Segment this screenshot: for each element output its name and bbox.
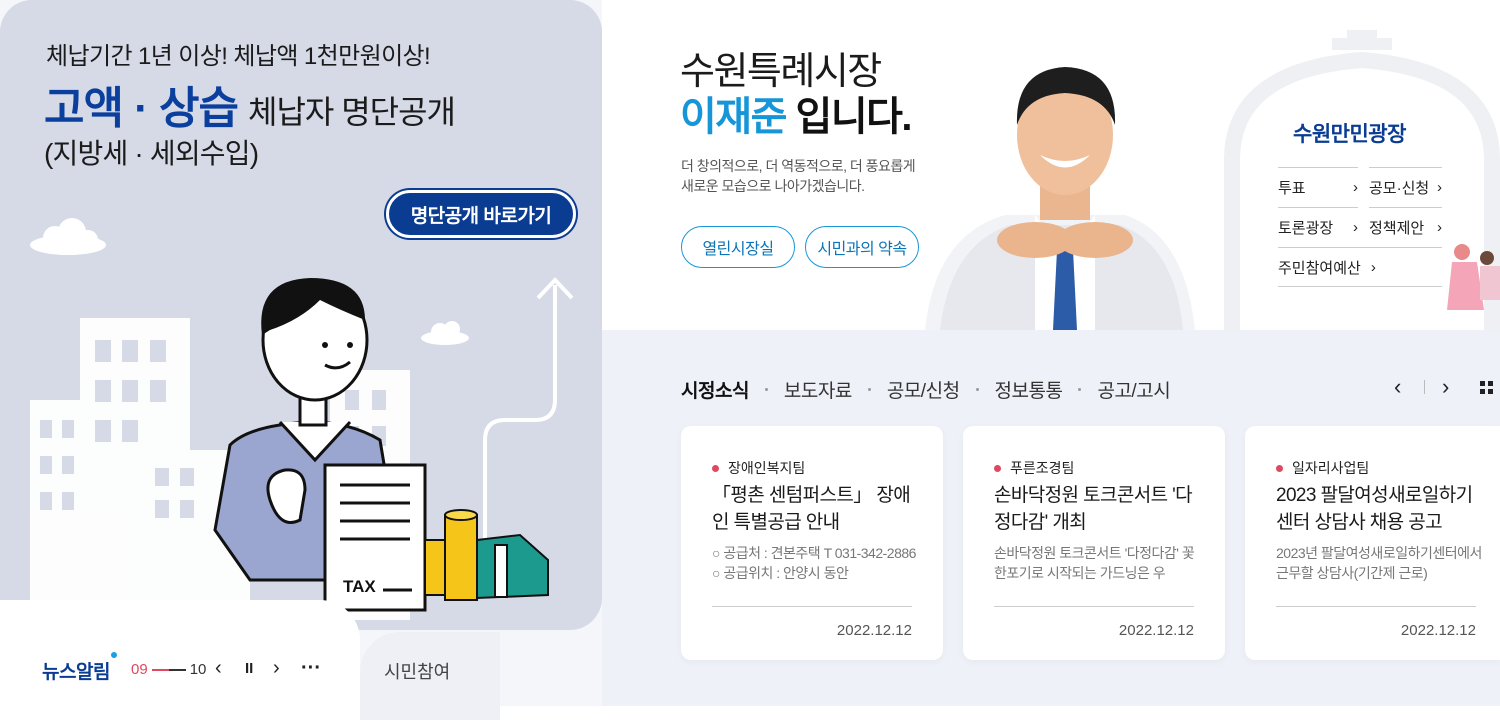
chevron-right-icon: ›: [1370, 258, 1376, 276]
card-team: 장애인복지팀: [712, 458, 805, 478]
plaza-link-label: 토론광장: [1278, 220, 1334, 237]
mayor-name: 이재준: [680, 95, 787, 139]
plaza-title: 수원만민광장: [1293, 123, 1406, 146]
tab-city-news[interactable]: 시정소식: [681, 376, 749, 403]
mayor-suffix: 입니다.: [785, 95, 913, 139]
tax-delinquent-banner[interactable]: 체납기간 1년 이상! 체납액 1천만원이상! 고액 · 상습 체납자 명단공개…: [0, 0, 602, 630]
tax-label: TAX: [343, 577, 376, 596]
mayor-name-line: 이재준 입니다.: [680, 84, 913, 142]
chevron-right-icon: ›: [1437, 179, 1442, 196]
card-divider: [1276, 606, 1476, 607]
card-title: 2023 팔달여성새로일하기센터 상담사 채용 공고: [1276, 485, 1473, 533]
tab-contest-apply[interactable]: 공모/신청: [887, 376, 960, 403]
card-date: 2022.12.12: [1118, 622, 1194, 639]
grid-view-icon[interactable]: [1480, 381, 1494, 395]
news-alert-pagination: 09 10: [131, 661, 206, 678]
progress-line: [151, 668, 186, 671]
civic-participation-tab[interactable]: 시민참여: [384, 658, 450, 684]
mayor-desc-line1: 더 창의적으로, 더 역동적으로, 더 풍요롭게: [681, 158, 916, 174]
tab-notices[interactable]: 공고/고시: [1097, 376, 1170, 403]
disclosure-shortcut-button[interactable]: 명단공개 바로가기: [386, 190, 576, 238]
tab-separator: [867, 388, 871, 391]
card-summary: ○ 공급처 : 견본주택 T 031-342-2886 ○ 공급위치 : 안양시…: [712, 545, 916, 581]
banner-title: 고액 · 상습 체납자 명단공개: [44, 72, 456, 136]
current-page: 09: [131, 661, 148, 678]
banner-headline: 체납기간 1년 이상! 체납액 1천만원이상!: [46, 43, 431, 70]
plaza-link-budget[interactable]: 주민참여예산 ›: [1278, 247, 1442, 287]
news-next-arrow[interactable]: ›: [1442, 374, 1449, 400]
card-divider: [712, 606, 912, 607]
plaza-link-label: 정책제안: [1369, 220, 1425, 237]
news-alert-dot: [111, 652, 117, 658]
card-title: 「평촌 센텀퍼스트」 장애인 특별공급 안내: [712, 485, 911, 533]
news-alert-title: 뉴스알림: [42, 662, 110, 683]
news-more-button[interactable]: ···: [301, 657, 321, 680]
plaza-link-debate[interactable]: 토론광장 ›: [1278, 207, 1358, 247]
bottom-strip: [360, 706, 1500, 720]
tab-info[interactable]: 정보통통: [995, 376, 1063, 403]
banner-title-highlight: 고액 · 상습: [44, 84, 239, 133]
news-prev-button[interactable]: ‹: [215, 657, 222, 680]
tab-separator: [1078, 388, 1082, 391]
card-summary: 손바닥정원 토크콘서트 '다정다감' 꽃 한포기로 시작되는 가드닝은 우: [994, 545, 1195, 581]
total-pages: 10: [189, 661, 207, 678]
card-date: 2022.12.12: [1400, 622, 1476, 639]
citizen-promise-button[interactable]: 시민과의 약속: [805, 226, 919, 268]
mayor-photo: [925, 67, 1195, 330]
card-date: 2022.12.12: [836, 622, 912, 639]
chevron-right-icon: ›: [1437, 219, 1442, 236]
tab-press-release[interactable]: 보도자료: [784, 376, 852, 403]
banner-title-rest: 체납자 명단공개: [248, 94, 456, 130]
news-card[interactable]: 일자리사업팀 2023 팔달여성새로일하기센터 상담사 채용 공고 2023년 …: [1245, 426, 1500, 660]
tab-separator: [975, 388, 979, 391]
plaza-link-contest[interactable]: 공모·신청 ›: [1369, 167, 1442, 207]
banner-subtitle: (지방세 · 세외수입): [44, 138, 259, 169]
plaza-link-vote[interactable]: 투표 ›: [1278, 167, 1358, 207]
card-team: 푸른조경팀: [994, 458, 1074, 478]
plaza-link-label: 투표: [1278, 180, 1306, 197]
plaza-link-label: 주민참여예산: [1278, 259, 1361, 277]
news-prev-arrow[interactable]: ‹: [1394, 374, 1401, 400]
open-mayor-office-button[interactable]: 열린시장실: [681, 226, 795, 268]
card-summary: 2023년 팔달여성새로일하기센터에서 근무할 상담사(기간제 근로): [1276, 545, 1482, 581]
mayor-desc-line2: 새로운 모습으로 나아가겠습니다.: [681, 178, 865, 194]
card-divider: [994, 606, 1194, 607]
plaza-link-label: 공모·신청: [1369, 180, 1430, 197]
news-card[interactable]: 푸른조경팀 손바닥정원 토크콘서트 '다정다감' 개최 손바닥정원 토크콘서트 …: [963, 426, 1225, 660]
card-team: 일자리사업팀: [1276, 458, 1369, 478]
nav-divider: [1424, 380, 1425, 394]
chevron-right-icon: ›: [1353, 179, 1358, 196]
news-tabs: 시정소식 보도자료 공모/신청 정보통통 공고/고시: [681, 376, 1171, 403]
plaza-link-policy[interactable]: 정책제안 ›: [1369, 207, 1442, 247]
chevron-right-icon: ›: [1353, 219, 1358, 236]
tax-man-illustration: TAX: [30, 218, 574, 620]
news-next-button[interactable]: ›: [273, 657, 280, 680]
news-card[interactable]: 장애인복지팀 「평촌 센텀퍼스트」 장애인 특별공급 안내 ○ 공급처 : 견본…: [681, 426, 943, 660]
tab-separator: [764, 388, 768, 391]
mayor-description: 더 창의적으로, 더 역동적으로, 더 풍요롭게 새로운 모습으로 나아가겠습니…: [681, 156, 941, 196]
news-pause-button[interactable]: II: [245, 660, 253, 677]
card-title: 손바닥정원 토크콘서트 '다정다감' 개최: [994, 485, 1193, 533]
